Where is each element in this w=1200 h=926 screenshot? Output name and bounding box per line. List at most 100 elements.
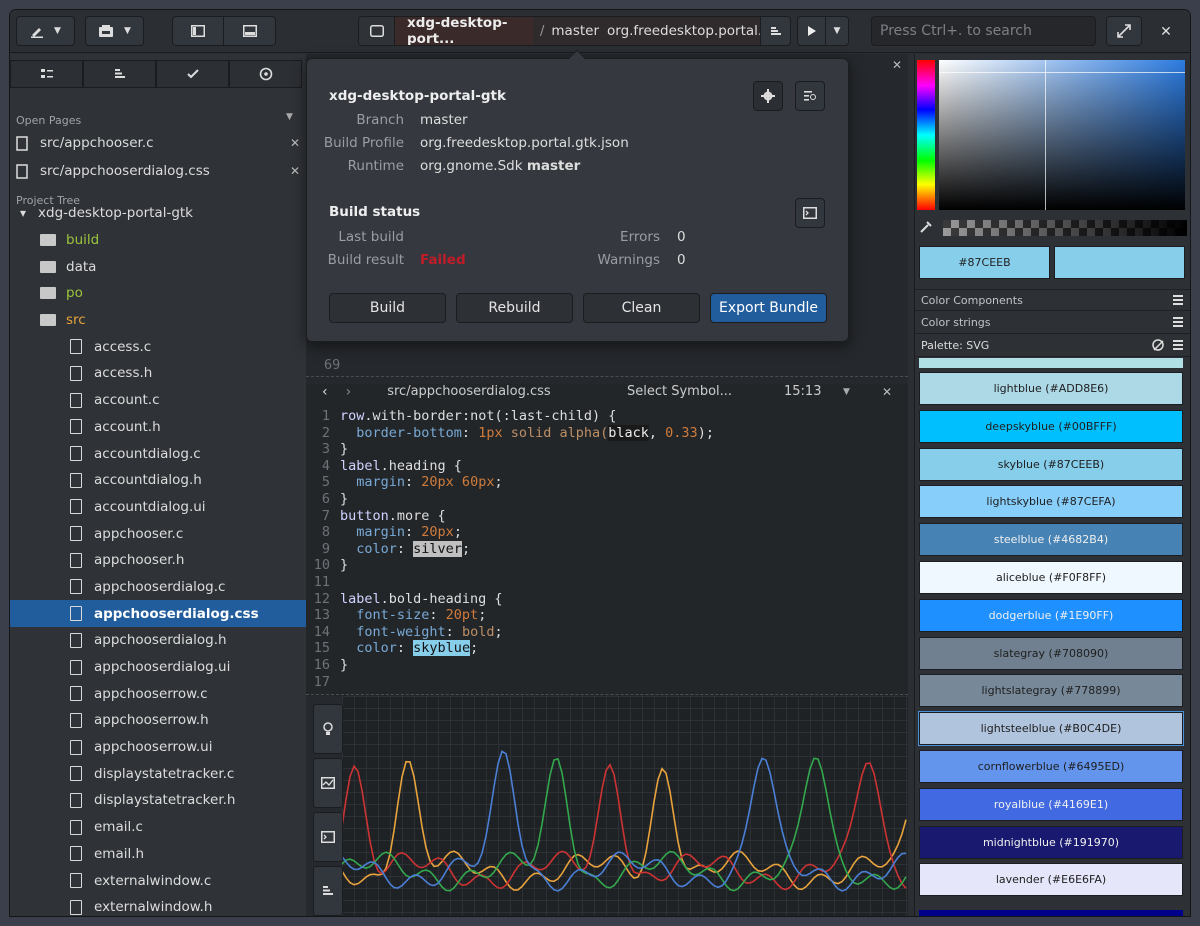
tree-row[interactable]: build	[10, 227, 306, 254]
tree-row[interactable]: ▾ xdg-desktop-portal-gtk	[10, 200, 306, 227]
tree-row[interactable]: appchooserdialog.c	[10, 574, 306, 601]
saturation-value-plane[interactable]	[939, 60, 1185, 210]
code-token: }	[340, 656, 349, 673]
tree-row[interactable]: email.c	[10, 814, 306, 841]
close-icon[interactable]: ✕	[290, 164, 300, 178]
left-panel-toggle[interactable]	[173, 17, 225, 45]
tab-todo[interactable]	[156, 60, 229, 88]
back-icon[interactable]: ‹	[322, 384, 328, 400]
tree-row[interactable]: po	[10, 280, 306, 307]
tree-row[interactable]: appchooserrow.h	[10, 707, 306, 734]
palette-swatch[interactable]: slategray (#708090)	[919, 636, 1183, 670]
tree-row[interactable]: account.h	[10, 414, 306, 441]
bottom-pane-tab-terminal[interactable]	[313, 812, 343, 862]
hue-slider[interactable]	[917, 60, 935, 210]
forward-icon[interactable]: ›	[346, 384, 352, 400]
file-path[interactable]: src/appchooserdialog.css	[387, 384, 550, 399]
code-token: ) {	[591, 408, 617, 424]
build-preferences-button[interactable]	[753, 81, 783, 111]
tree-row[interactable]: appchooserdialog.css	[10, 600, 306, 627]
color-components-row[interactable]: Color Components	[915, 289, 1190, 311]
palette-swatch[interactable]: steelblue (#4682B4)	[919, 523, 1183, 557]
tree-row[interactable]: data	[10, 253, 306, 280]
symbol-selector[interactable]: Select Symbol...	[627, 384, 732, 399]
tree-row[interactable]: externalwindow.c	[10, 867, 306, 894]
palette-swatch[interactable]: midnightblue (#191970)	[919, 825, 1183, 859]
tab-build[interactable]	[83, 60, 156, 88]
palette-swatch[interactable]: lavender (#E6E6FA)	[919, 863, 1183, 897]
palette-swatch-partial[interactable]	[919, 358, 1183, 368]
menu-icon[interactable]	[1173, 340, 1183, 350]
close-icon[interactable]: ✕	[892, 58, 902, 72]
tree-row[interactable]: accountdialog.h	[10, 467, 306, 494]
menu-icon[interactable]	[1173, 295, 1183, 305]
open-page-item[interactable]: src/appchooserdialog.css ✕	[16, 158, 302, 184]
save-menu-button[interactable]: ▼	[85, 16, 144, 46]
tree-row[interactable]: appchooserdialog.ui	[10, 654, 306, 681]
run-button[interactable]	[798, 17, 826, 45]
close-window-button[interactable]: ✕	[1156, 23, 1176, 41]
palette-swatch[interactable]: lightskyblue (#87CEFA)	[919, 485, 1183, 519]
eyedropper-icon[interactable]	[919, 220, 933, 234]
tree-row[interactable]: displaystatetracker.c	[10, 760, 306, 787]
build-status-bar[interactable]: xdg-desktop-port... / master org.freedes…	[358, 16, 791, 46]
tab-project-tree[interactable]	[10, 60, 83, 88]
tree-row[interactable]: appchooserrow.ui	[10, 734, 306, 761]
palette-swatch[interactable]: aliceblue (#F0F8FF)	[919, 561, 1183, 594]
palette-swatch[interactable]: royalblue (#4169E1)	[919, 787, 1183, 821]
export-bundle-button[interactable]: Export Bundle	[710, 293, 827, 323]
chevron-down-icon[interactable]: ▼	[843, 387, 850, 397]
tree-row[interactable]: displaystatetracker.h	[10, 787, 306, 814]
build-log-button[interactable]	[795, 198, 825, 228]
tree-row[interactable]: access.c	[10, 333, 306, 360]
tree-row[interactable]: email.h	[10, 841, 306, 868]
close-icon[interactable]: ✕	[290, 136, 300, 150]
palette-swatch[interactable]: lightsteelblue (#B0C4DE)	[918, 711, 1184, 747]
palette-swatch[interactable]: deepskyblue (#00BFFF)	[919, 409, 1183, 443]
tree-row[interactable]: appchooser.c	[10, 520, 306, 547]
bottom-pane-tab-build[interactable]	[313, 866, 343, 916]
palette-swatch-partial[interactable]	[919, 910, 1183, 916]
expander-icon[interactable]: ▾	[20, 206, 26, 220]
tree-row[interactable]: externalwindow.h	[10, 894, 306, 916]
device-button[interactable]	[359, 17, 395, 45]
clean-button[interactable]: Clean	[583, 293, 700, 323]
tab-symbols[interactable]	[229, 60, 302, 88]
search-input[interactable]: Press Ctrl+. to search	[871, 16, 1096, 46]
open-pages-collapse-icon[interactable]: ▼	[286, 112, 293, 122]
palette-swatch[interactable]: dodgerblue (#1E90FF)	[919, 598, 1183, 632]
fullscreen-button[interactable]	[1106, 16, 1142, 46]
tree-row[interactable]: appchooserrow.c	[10, 680, 306, 707]
menu-icon[interactable]	[1173, 317, 1183, 327]
build-pipeline-button[interactable]	[760, 17, 790, 45]
tree-row[interactable]: appchooserdialog.h	[10, 627, 306, 654]
palette-swatch[interactable]: cornflowerblue (#6495ED)	[919, 750, 1183, 783]
bottom-panel-toggle[interactable]	[224, 17, 275, 45]
palette-swatch[interactable]: skyblue (#87CEEB)	[919, 447, 1183, 481]
edit-menu-button[interactable]: ▼	[16, 16, 75, 46]
tree-row[interactable]: accountdialog.ui	[10, 494, 306, 521]
run-options-button[interactable]: ▼	[826, 17, 848, 45]
color-hex-value[interactable]: #87CEEB	[919, 246, 1050, 279]
palette-row[interactable]: Palette: SVG	[915, 335, 1190, 357]
bottom-pane-tab-profiler[interactable]	[313, 758, 343, 808]
tree-row[interactable]: access.h	[10, 360, 306, 387]
cpu-graph	[342, 750, 907, 892]
rebuild-button[interactable]: Rebuild	[456, 293, 573, 323]
file-icon	[70, 766, 82, 782]
tree-row[interactable]: appchooser.h	[10, 547, 306, 574]
alpha-slider[interactable]	[943, 220, 1187, 236]
tree-row[interactable]: src	[10, 307, 306, 334]
open-page-item[interactable]: src/appchooser.c ✕	[16, 130, 302, 156]
close-icon[interactable]: ✕	[882, 385, 892, 399]
code-view[interactable]: 1 row.with-border:not(:last-child) {2 bor…	[306, 408, 908, 690]
palette-swatch[interactable]: lightslategray (#778899)	[919, 674, 1183, 708]
tree-row[interactable]: accountdialog.c	[10, 440, 306, 467]
bottom-pane-tab-hints[interactable]	[313, 704, 343, 754]
configure-build-button[interactable]	[795, 81, 825, 111]
tree-row[interactable]: account.c	[10, 387, 306, 414]
color-strings-row[interactable]: Color strings	[915, 312, 1190, 334]
palette-edit-icon[interactable]	[1151, 338, 1165, 352]
build-button[interactable]: Build	[329, 293, 446, 323]
palette-swatch[interactable]: lightblue (#ADD8E6)	[919, 372, 1183, 405]
